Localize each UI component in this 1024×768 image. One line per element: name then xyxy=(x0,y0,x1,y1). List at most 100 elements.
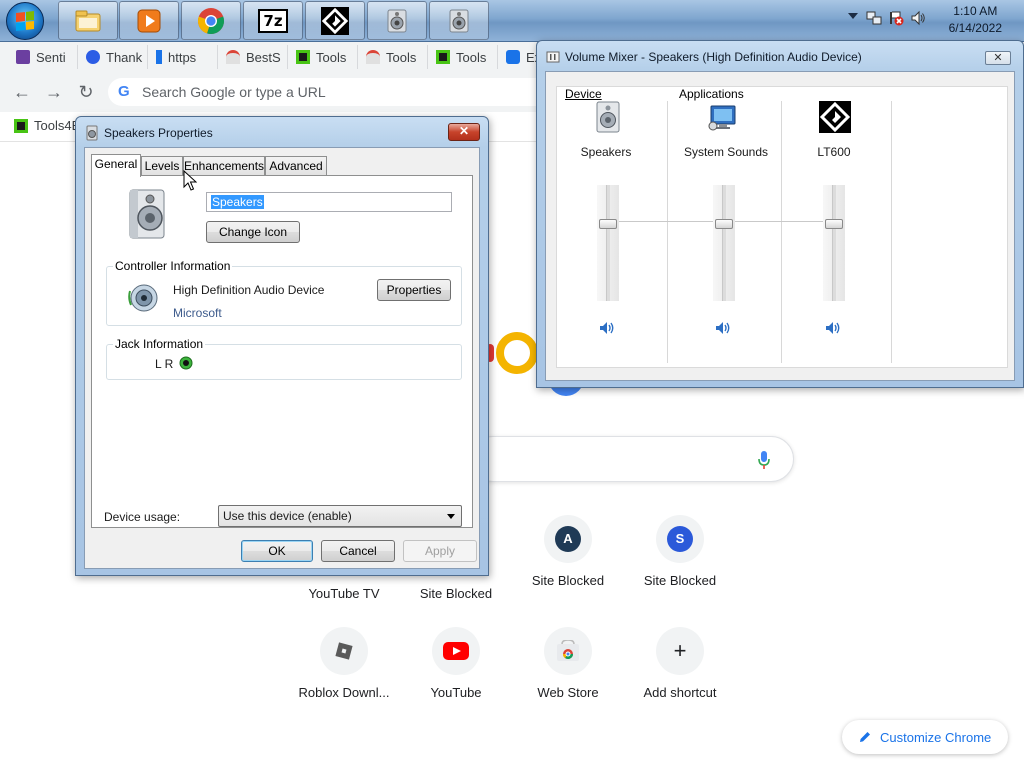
clock-date: 6/14/2022 xyxy=(948,21,1002,35)
google-search-box[interactable] xyxy=(470,436,794,482)
speaker-device-icon xyxy=(596,101,620,133)
chrome-icon xyxy=(197,7,225,35)
shortcut-tile[interactable]: Web Store xyxy=(512,627,624,717)
customize-chrome-button[interactable]: Customize Chrome xyxy=(842,720,1008,754)
volume-slider-system-sounds[interactable] xyxy=(713,185,735,301)
customize-chrome-label: Customize Chrome xyxy=(880,729,992,745)
shortcut-label: Site Blocked xyxy=(531,573,605,588)
close-button[interactable]: ✕ xyxy=(448,123,480,141)
mixer-panel: Device Applications Speakers System Soun… xyxy=(556,86,1008,368)
action-center-icon[interactable] xyxy=(888,10,904,26)
malwarebytes-icon xyxy=(86,50,100,64)
speaker-icon xyxy=(445,7,473,35)
shortcut-label: YouTube TV xyxy=(308,586,380,601)
ok-button[interactable]: OK xyxy=(241,540,313,562)
bookmark-item[interactable]: BestS xyxy=(218,45,288,69)
device-header: Device xyxy=(565,87,602,101)
speaker-device-icon xyxy=(129,189,165,239)
shortcut-icon-circle xyxy=(432,627,480,675)
clock[interactable]: 1:10 AM 6/14/2022 xyxy=(949,3,1002,37)
youtube-icon xyxy=(443,642,469,660)
bookmark-favicon-icon xyxy=(226,50,240,64)
taskbar-lt600-button[interactable] xyxy=(305,1,365,40)
reload-icon[interactable]: ↻ xyxy=(76,82,96,102)
mute-speaker-icon[interactable] xyxy=(715,321,733,335)
bookmark-item[interactable]: https xyxy=(148,45,218,69)
microphone-icon[interactable] xyxy=(757,450,771,470)
close-button[interactable]: ✕ xyxy=(985,51,1011,65)
shortcut-tile[interactable]: Roblox Downl... xyxy=(288,627,400,717)
tab-advanced[interactable]: Advanced xyxy=(265,156,327,176)
plus-icon: + xyxy=(673,638,687,663)
shortcut-icon-circle: + xyxy=(656,627,704,675)
device-usage-dropdown[interactable]: Use this device (enable) xyxy=(218,505,462,527)
volume-icon[interactable] xyxy=(910,10,926,26)
bookmark-item[interactable]: Senti xyxy=(8,45,78,69)
controller-information-group: Controller Information High Definition A… xyxy=(106,259,462,326)
shortcut-tile[interactable]: YouTube xyxy=(400,627,512,717)
window-title: Volume Mixer - Speakers (High Definition… xyxy=(565,50,862,64)
taskbar-explorer-button[interactable] xyxy=(58,1,118,40)
extension-puzzle-icon xyxy=(506,50,520,64)
column-divider xyxy=(891,101,892,363)
back-arrow-icon[interactable]: ← xyxy=(12,82,32,102)
network-icon[interactable] xyxy=(866,10,882,26)
mute-speaker-icon[interactable] xyxy=(599,321,617,335)
web-store-icon xyxy=(557,640,579,661)
bookmark-item[interactable]: Tools xyxy=(358,45,428,69)
channel-label: LT600 xyxy=(817,145,851,159)
bookmark-label: Tools xyxy=(386,49,417,65)
letter-a-icon: A xyxy=(555,526,581,552)
taskbar-media-player-button[interactable] xyxy=(119,1,179,40)
device-usage-label: Device usage: xyxy=(104,510,181,524)
shortcut-tile[interactable]: S Site Blocked xyxy=(624,515,736,605)
omnibox-placeholder: Search Google or type a URL xyxy=(142,84,326,100)
mute-speaker-icon[interactable] xyxy=(825,321,843,335)
taskbar-speaker-button-2[interactable] xyxy=(429,1,489,40)
shortcut-icon-circle: S xyxy=(656,515,704,563)
volume-slider-lt600[interactable] xyxy=(823,185,845,301)
shortcut-label: Roblox Downl... xyxy=(298,685,390,700)
bookmark-label: Thank xyxy=(106,49,143,65)
tab-levels[interactable]: Levels xyxy=(141,156,183,176)
bookmark-label: BestS xyxy=(246,49,281,65)
bookmark-item[interactable]: Tools xyxy=(288,45,358,69)
mouse-cursor-icon xyxy=(183,170,197,191)
applications-header: Applications xyxy=(679,87,744,101)
device-name-field[interactable]: Speakers xyxy=(206,192,452,212)
jack-channels: L R xyxy=(155,357,174,371)
cancel-button[interactable]: Cancel xyxy=(321,540,395,562)
properties-button[interactable]: Properties xyxy=(377,279,451,301)
forward-arrow-icon[interactable]: → xyxy=(44,82,64,102)
change-icon-button[interactable]: Change Icon xyxy=(206,221,300,243)
dialog-client-area: General Levels Enhancements Advanced Spe… xyxy=(84,147,480,569)
bookmark-item[interactable]: Tools xyxy=(428,45,498,69)
tab-general[interactable]: General xyxy=(91,154,141,177)
bookmark-favicon-icon xyxy=(366,50,380,64)
apply-button[interactable]: Apply xyxy=(403,540,477,562)
bookmark-label: Senti xyxy=(36,49,66,65)
volume-slider-speakers[interactable] xyxy=(597,185,619,301)
add-shortcut-tile[interactable]: + Add shortcut xyxy=(624,627,736,717)
lt600-icon xyxy=(321,6,349,35)
taskbar-speaker-button-1[interactable] xyxy=(367,1,427,40)
shortcut-icon-circle xyxy=(544,627,592,675)
shortcut-icon-circle: A xyxy=(544,515,592,563)
shortcut-label: Add shortcut xyxy=(643,685,717,700)
start-button[interactable] xyxy=(6,2,44,40)
shortcut-tile[interactable]: A Site Blocked xyxy=(512,515,624,605)
bookmark-item[interactable]: Thank xyxy=(78,45,148,69)
taskbar-chrome-button[interactable] xyxy=(181,1,241,40)
explorer-icon xyxy=(74,7,102,35)
device-usage-value: Use this device (enable) xyxy=(223,509,352,523)
volume-slider-thumb[interactable] xyxy=(715,219,733,230)
volume-slider-thumb[interactable] xyxy=(825,219,843,230)
green-jack-icon xyxy=(179,356,193,370)
roblox-icon xyxy=(335,642,353,660)
volume-slider-thumb[interactable] xyxy=(599,219,617,230)
bookmark-item[interactable]: Tools4E xyxy=(14,118,80,133)
device-header-label: Device xyxy=(565,87,602,101)
windows-flag-icon xyxy=(16,11,34,31)
show-hidden-icons-icon[interactable] xyxy=(848,13,858,19)
taskbar-7zip-button[interactable]: 7z xyxy=(243,1,303,40)
